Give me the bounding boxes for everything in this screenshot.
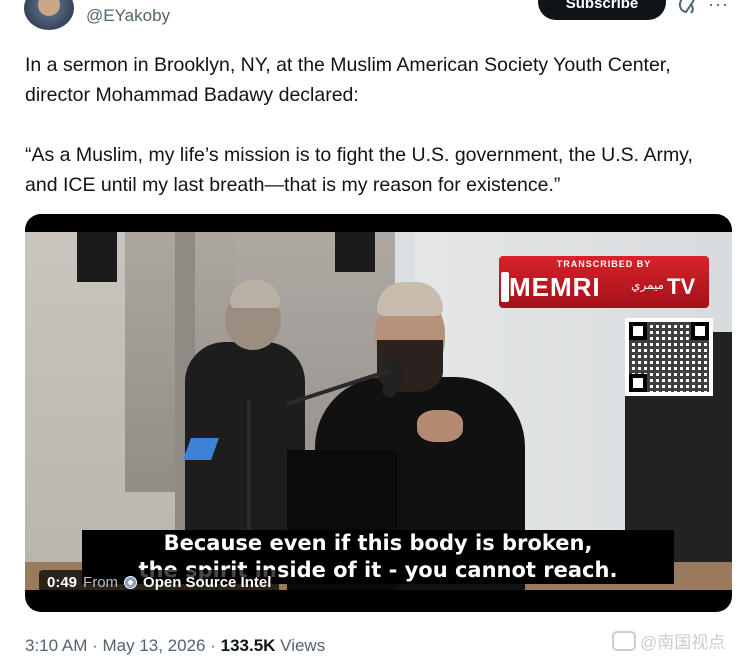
post-time[interactable]: 3:10 AM: [25, 636, 87, 655]
more-options-icon[interactable]: ···: [708, 0, 732, 14]
qr-finder: [691, 322, 709, 340]
views-count: 133.5K: [220, 636, 276, 655]
source-avatar-icon[interactable]: [124, 575, 138, 589]
tweet-paragraph: In a sermon in Brooklyn, NY, at the Musl…: [25, 54, 671, 106]
views-label: Views: [275, 636, 326, 655]
grok-icon[interactable]: [676, 0, 700, 16]
post-date[interactable]: May 13, 2026: [102, 636, 205, 655]
memri-logo-mark: [501, 272, 509, 302]
memri-logo-arabic: ميمري: [631, 278, 664, 292]
source-name-link[interactable]: Open Source Intel: [143, 574, 271, 591]
video-info-overlay: 0:49 From Open Source Intel: [39, 570, 280, 594]
meta-separator: ·: [205, 636, 221, 655]
qr-finder: [629, 374, 647, 392]
memri-logo-tv: TV: [667, 274, 696, 299]
tweet-paragraph-quote: “As a Muslim, my life’s mission is to fi…: [25, 144, 693, 196]
watermark-icon: [612, 630, 636, 651]
memri-logo-name: MEMRI: [509, 272, 601, 302]
qr-finder: [629, 322, 647, 340]
meta-separator: ·: [87, 636, 103, 655]
video-duration: 0:49: [47, 573, 78, 591]
subscribe-button[interactable]: Subscribe: [538, 0, 666, 20]
subtitle-line: Because even if this body is broken,: [163, 531, 593, 555]
tweet-header: @EYakoby Subscribe ···: [0, 0, 752, 44]
video-frame[interactable]: TRANSCRIBED BY MEMRI ميمري TV Because ev…: [25, 232, 732, 590]
speaker-hand: [417, 410, 463, 442]
speaker-cap: [377, 282, 443, 316]
tweet-text: In a sermon in Brooklyn, NY, at the Musl…: [25, 50, 725, 200]
avatar[interactable]: [24, 0, 74, 30]
memri-logo-caption: TRANSCRIBED BY: [556, 259, 652, 269]
memri-tv-logo: TRANSCRIBED BY MEMRI ميمري TV: [499, 256, 709, 308]
source-from-label: From: [83, 573, 119, 591]
video-player[interactable]: TRANSCRIBED BY MEMRI ميمري TV Because ev…: [25, 214, 732, 612]
scene-mirror-frame: [77, 232, 117, 282]
qr-code: [625, 318, 713, 396]
watermark: @南国视点: [612, 628, 725, 653]
tweet-meta: 3:10 AM · May 13, 2026 · 133.5K Views: [25, 636, 325, 656]
author-handle[interactable]: @EYakoby: [86, 6, 170, 26]
scene-mirror-frame: [335, 232, 375, 272]
watermark-text: @南国视点: [640, 633, 726, 652]
